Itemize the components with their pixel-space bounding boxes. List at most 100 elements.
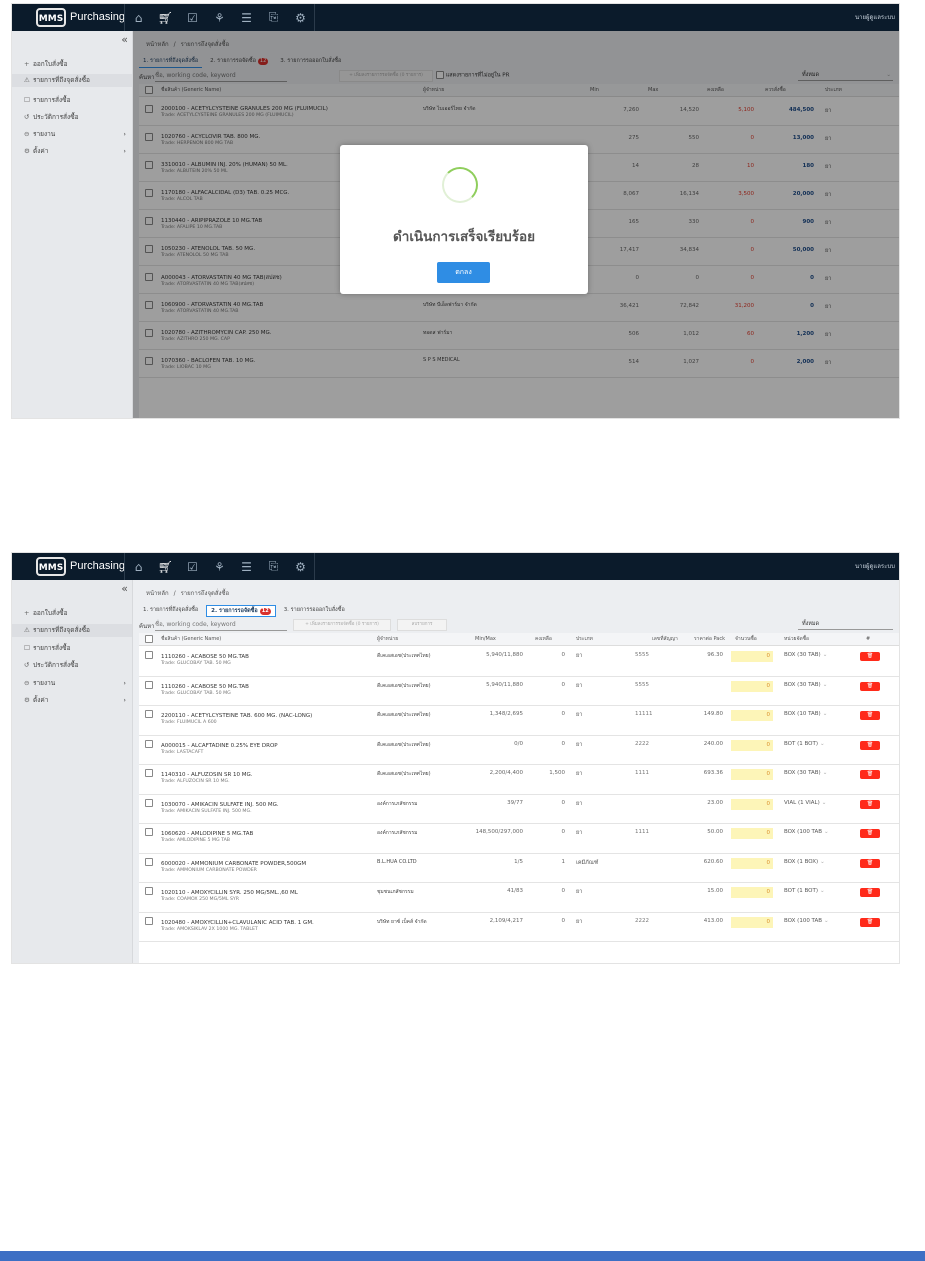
- quantity-input[interactable]: 0: [731, 916, 773, 928]
- sidebar-item-history[interactable]: ↺ ประวัติการสั่งซื้อ: [12, 659, 132, 672]
- unit-select[interactable]: BOX (100 TAB ⌄: [784, 829, 829, 835]
- cart-icon[interactable]: 🛒︎: [152, 553, 179, 580]
- delete-row-button[interactable]: 🗑︎: [860, 652, 880, 661]
- box-icon[interactable]: ⚘: [206, 4, 233, 31]
- sidebar-item-create-po[interactable]: + ออกใบสั่งซื้อ: [12, 607, 132, 620]
- row-checkbox[interactable]: [145, 887, 153, 895]
- unit-select[interactable]: BOX (10 TAB) ⌄: [784, 711, 827, 717]
- product-name[interactable]: 2200110 - ACETYLCYSTEINE TAB. 600 MG. (N…: [161, 713, 312, 719]
- row-checkbox[interactable]: [145, 739, 153, 748]
- nav-icon-bar: ⌂ 🛒︎ ☑ ⚘ ☰ ⎘ ⚙: [124, 4, 315, 31]
- add-to-pending-button[interactable]: + เพิ่มลงรายการรอจัดซื้อ (0 รายการ): [293, 619, 391, 631]
- clipboard-icon[interactable]: ⎘: [260, 553, 287, 580]
- row-checkbox[interactable]: [145, 651, 153, 659]
- trade-name: Trade: AMOKSIKLAV 2X 1000 MG. TABLET: [161, 926, 258, 932]
- search-input[interactable]: [155, 619, 287, 631]
- price-value: 23.00: [707, 799, 723, 806]
- quantity-input[interactable]: 0: [731, 739, 773, 751]
- select-all-checkbox[interactable]: [145, 633, 153, 645]
- checklist-icon[interactable]: ☑: [179, 4, 206, 31]
- sidebar-item-orders[interactable]: ☐ รายการสั่งซื้อ: [12, 94, 132, 107]
- delete-row-button[interactable]: 🗑︎: [860, 711, 880, 720]
- unit-select[interactable]: BOT (1 BOT) ⌄: [784, 741, 825, 747]
- tab-pending-po[interactable]: 3. รายการรอออกใบสั่งซื้อ: [280, 605, 349, 617]
- type-filter-select[interactable]: ทั้งหมด: [798, 619, 893, 630]
- quantity-input[interactable]: 0: [731, 710, 773, 721]
- breadcrumb-home[interactable]: หน้าหลัก: [146, 590, 169, 597]
- unit-select[interactable]: BOX (100 TAB ⌄: [784, 918, 829, 924]
- quantity-input[interactable]: 0: [731, 798, 773, 810]
- unit-select[interactable]: BOT (1 BOT) ⌄: [784, 888, 825, 894]
- type-value: ยา: [576, 682, 583, 689]
- product-name[interactable]: 1020110 - AMOXYCILLIN SYR. 250 MG/5ML.,6…: [161, 890, 298, 896]
- product-name[interactable]: A000015 - ALCAFTADINE 0.25% EYE DROP: [161, 743, 278, 749]
- delete-row-button[interactable]: 🗑︎: [860, 888, 880, 897]
- quantity-input[interactable]: 0: [731, 887, 773, 898]
- quantity-input[interactable]: 0: [731, 651, 773, 662]
- settings-icon[interactable]: ⚙: [287, 4, 314, 31]
- row-checkbox[interactable]: [145, 828, 153, 836]
- user-name[interactable]: นายผู้ดูแลระบบ: [855, 553, 895, 580]
- product-name[interactable]: 1060620 - AMLODIPINE 5 MG.TAB: [161, 831, 253, 837]
- ok-button[interactable]: ตกลง: [437, 262, 490, 283]
- unit-select[interactable]: VIAL (1 VIAL) ⌄: [784, 800, 826, 806]
- type-value: ยา: [576, 712, 583, 718]
- row-checkbox[interactable]: [145, 710, 153, 718]
- quantity-input[interactable]: 0: [731, 680, 773, 692]
- tab-reorder-point[interactable]: 1. รายการที่ถึงจุดสั่งซื้อ: [139, 605, 202, 617]
- unit-select[interactable]: BOX (30 TAB) ⌄: [784, 770, 827, 776]
- row-checkbox[interactable]: [145, 916, 153, 925]
- unit-select[interactable]: BOX (1 BOX) ⌄: [784, 859, 825, 865]
- document-icon[interactable]: ☰: [233, 4, 260, 31]
- sidebar-item-history[interactable]: ↺ ประวัติการสั่งซื้อ: [12, 111, 132, 124]
- unit-select[interactable]: BOX (30 TAB) ⌄: [784, 652, 827, 658]
- type-value: เคมีภัณฑ์: [576, 859, 599, 866]
- checklist-icon[interactable]: ☑: [179, 553, 206, 580]
- row-checkbox[interactable]: [145, 769, 153, 777]
- trash-icon: 🗑︎: [866, 830, 874, 836]
- delete-items-button[interactable]: ลบรายการ: [397, 619, 447, 631]
- tab-pending-purchase[interactable]: 2. รายการรอจัดซื้อ 12: [206, 605, 276, 617]
- delete-row-button[interactable]: 🗑︎: [860, 770, 880, 779]
- product-name[interactable]: 1110260 - ACABOSE 50 MG.TAB: [161, 684, 249, 690]
- collapse-sidebar-icon[interactable]: «: [121, 33, 128, 46]
- settings-icon[interactable]: ⚙: [287, 553, 314, 580]
- sidebar-item-reports[interactable]: ⊖ รายงาน ›: [12, 128, 132, 141]
- document-icon[interactable]: ☰: [233, 553, 260, 580]
- row-checkbox[interactable]: [145, 680, 153, 689]
- sidebar-item-reorder-point[interactable]: ⚠ รายการที่ถึงจุดสั่งซื้อ: [12, 74, 132, 87]
- product-name[interactable]: 1020480 - AMOXYCILLIN+CLAVULANIC ACID TA…: [161, 920, 314, 926]
- home-icon[interactable]: ⌂: [125, 4, 152, 31]
- sidebar-item-create-po[interactable]: + ออกใบสั่งซื้อ: [12, 58, 132, 71]
- quantity-input[interactable]: 0: [731, 769, 773, 780]
- quantity-input[interactable]: 0: [731, 857, 773, 869]
- warning-icon: ⚠: [24, 626, 30, 634]
- table-row: A000015 - ALCAFTADINE 0.25% EYE DROP Trad…: [139, 735, 899, 765]
- box-icon[interactable]: ⚘: [206, 553, 233, 580]
- delete-row-button[interactable]: 🗑︎: [860, 829, 880, 838]
- unit-select[interactable]: BOX (30 TAB) ⌄: [784, 682, 827, 688]
- user-name[interactable]: นายผู้ดูแลระบบ: [855, 4, 895, 31]
- sidebar-item-reports[interactable]: ⊖ รายงาน ›: [12, 677, 132, 690]
- sidebar-item-reorder-point[interactable]: ⚠ รายการที่ถึงจุดสั่งซื้อ: [12, 624, 132, 637]
- cart-icon[interactable]: 🛒︎: [152, 4, 179, 31]
- delete-row-button[interactable]: 🗑︎: [860, 858, 880, 868]
- product-name[interactable]: 1140310 - ALFUZOSIN SR 10 MG.: [161, 772, 253, 778]
- quantity-input[interactable]: 0: [731, 828, 773, 839]
- product-name[interactable]: 1110260 - ACABOSE 50 MG.TAB: [161, 654, 249, 660]
- clipboard-icon[interactable]: ⎘: [260, 4, 287, 31]
- delete-row-button[interactable]: 🗑︎: [860, 917, 880, 927]
- sidebar-item-settings[interactable]: ⚙ ตั้งค่า ›: [12, 145, 132, 158]
- product-name[interactable]: 6000020 - AMMONIUM CARBONATE POWDER,500G…: [161, 861, 306, 867]
- delete-row-button[interactable]: 🗑︎: [860, 740, 880, 750]
- delete-row-button[interactable]: 🗑︎: [860, 799, 880, 809]
- delete-row-button[interactable]: 🗑︎: [860, 681, 880, 691]
- row-checkbox[interactable]: [145, 798, 153, 807]
- sidebar-item-settings[interactable]: ⚙ ตั้งค่า ›: [12, 694, 132, 707]
- row-checkbox[interactable]: [145, 857, 153, 866]
- collapse-sidebar-icon[interactable]: «: [121, 582, 128, 595]
- home-icon[interactable]: ⌂: [125, 553, 152, 580]
- col-action: #: [866, 636, 871, 642]
- product-name[interactable]: 1030070 - AMIKACIN SULFATE INJ. 500 MG.: [161, 802, 279, 808]
- sidebar-item-orders[interactable]: ☐ รายการสั่งซื้อ: [12, 642, 132, 655]
